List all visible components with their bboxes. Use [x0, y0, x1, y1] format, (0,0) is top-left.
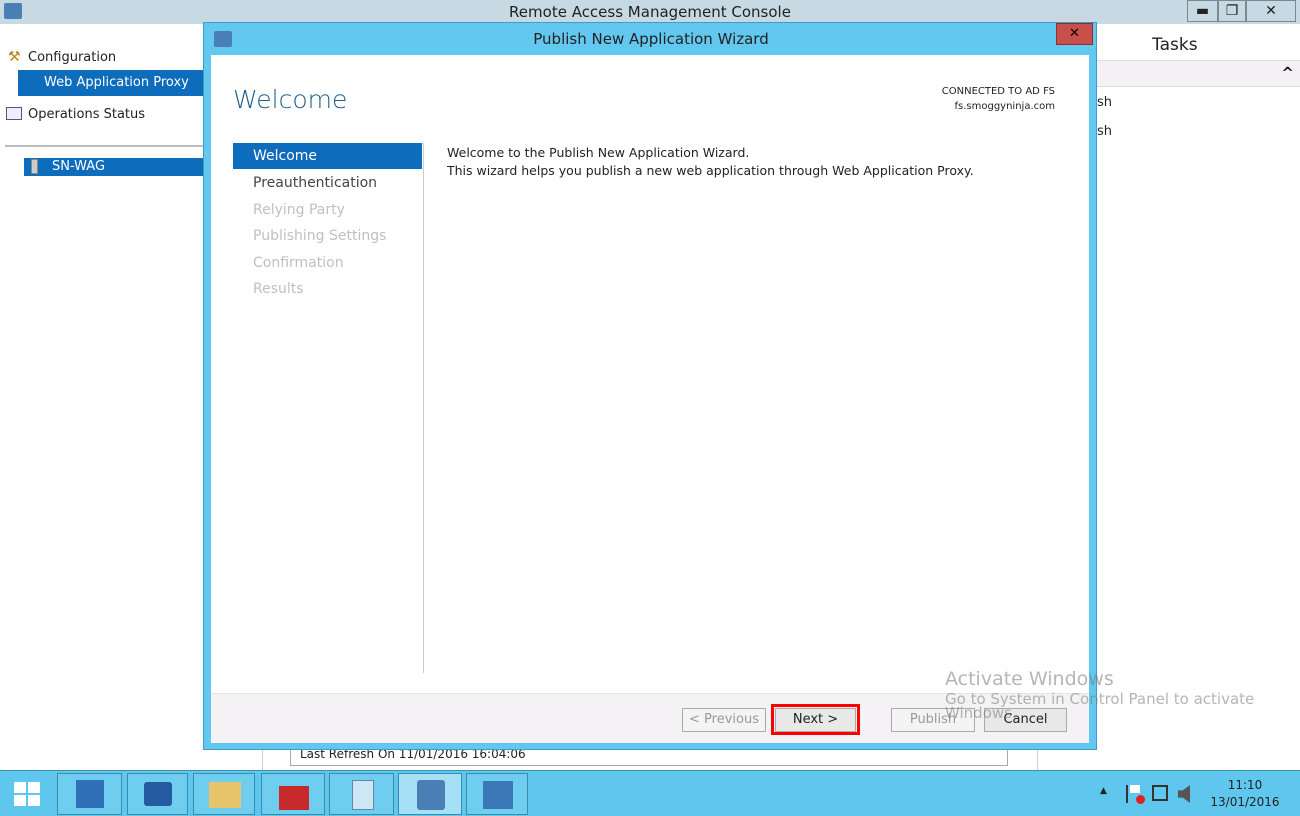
folder-icon [209, 782, 241, 808]
remote-access-icon [417, 780, 445, 810]
publish-button[interactable]: Publish [891, 708, 975, 732]
taskbar-notepad[interactable] [329, 773, 394, 815]
nav-relying-party: Relying Party [253, 202, 345, 218]
taskbar-powershell[interactable] [127, 773, 188, 815]
task-refresh-2[interactable]: sh [1097, 124, 1112, 139]
server-icon [31, 159, 38, 174]
clock-time: 11:10 [1227, 778, 1263, 792]
tree-configuration[interactable]: Configuration [28, 50, 116, 65]
welcome-line-2: This wizard helps you publish a new web … [447, 163, 974, 178]
chevron-up-icon[interactable]: ^ [1281, 64, 1294, 82]
taskbar-file-explorer[interactable] [193, 773, 255, 815]
tasks-section-header[interactable]: ^ [1097, 60, 1300, 87]
server-sn-wag[interactable]: SN-WAG [24, 158, 203, 176]
wizard-heading: Welcome [233, 85, 348, 114]
control-panel-icon [483, 781, 513, 809]
dialog-title: Publish New Application Wizard [533, 30, 769, 48]
restore-button[interactable]: ❐ [1218, 0, 1246, 22]
welcome-text: Welcome to the Publish New Application W… [447, 144, 974, 180]
tasks-heading: Tasks [1152, 35, 1198, 55]
connected-server: fs.smoggyninja.com [954, 101, 1056, 112]
nav-welcome[interactable]: Welcome [233, 143, 422, 169]
clock[interactable]: 11:10 13/01/2016 [1205, 777, 1285, 811]
publish-wizard-dialog: Publish New Application Wizard ✕ Welcome… [203, 22, 1097, 750]
taskbar-control-panel[interactable] [466, 773, 528, 815]
nav-publishing-settings: Publishing Settings [253, 228, 387, 244]
network-icon[interactable] [1152, 785, 1168, 801]
connection-info: CONNECTED TO AD FS fs.smoggyninja.com [942, 84, 1055, 114]
tree-operations-status[interactable]: Operations Status [28, 107, 145, 122]
tools-icon: ⚒ [8, 49, 21, 65]
nav-confirmation: Confirmation [253, 255, 344, 271]
main-title-bar: Remote Access Management Console ▬ ❐ ✕ [0, 0, 1300, 24]
dialog-close-button[interactable]: ✕ [1056, 23, 1093, 45]
cancel-button[interactable]: Cancel [984, 708, 1067, 732]
taskbar: ▲ 11:10 13/01/2016 [0, 770, 1300, 816]
toolbox-icon [279, 786, 309, 810]
nav-divider [423, 143, 424, 673]
wizard-footer: < Previous Next > Publish Cancel [211, 693, 1089, 743]
action-center-flag-icon[interactable] [1126, 785, 1145, 804]
nav-preauthentication[interactable]: Preauthentication [233, 170, 422, 196]
nav-results: Results [253, 281, 304, 297]
server-name: SN-WAG [52, 159, 106, 174]
connected-label: CONNECTED TO AD FS [941, 86, 1055, 97]
volume-muted-icon[interactable] [1178, 785, 1190, 803]
operations-chart-icon [6, 107, 22, 120]
wizard-content: Welcome CONNECTED TO AD FS fs.smoggyninj… [211, 55, 1089, 743]
minimize-button[interactable]: ▬ [1187, 0, 1218, 22]
clock-date: 13/01/2016 [1210, 795, 1280, 809]
taskbar-server-manager[interactable] [57, 773, 122, 815]
previous-button[interactable]: < Previous [682, 708, 766, 732]
divider [5, 145, 203, 147]
task-refresh[interactable]: sh [1097, 95, 1112, 110]
taskbar-toolbox[interactable] [261, 773, 325, 815]
main-close-button[interactable]: ✕ [1246, 0, 1296, 22]
start-button[interactable] [14, 782, 40, 806]
powershell-icon [144, 782, 172, 806]
next-button[interactable]: Next > [775, 708, 856, 732]
next-highlight: Next > [771, 704, 860, 735]
notepad-icon [352, 780, 374, 810]
main-window-title: Remote Access Management Console [509, 3, 791, 21]
taskbar-remote-access[interactable] [398, 773, 462, 815]
tree-web-application-proxy[interactable]: Web Application Proxy [18, 70, 203, 96]
server-manager-icon [76, 780, 104, 808]
show-hidden-icons-button[interactable]: ▲ [1100, 786, 1107, 796]
error-badge-icon [1136, 795, 1145, 804]
welcome-line-1: Welcome to the Publish New Application W… [447, 145, 750, 160]
